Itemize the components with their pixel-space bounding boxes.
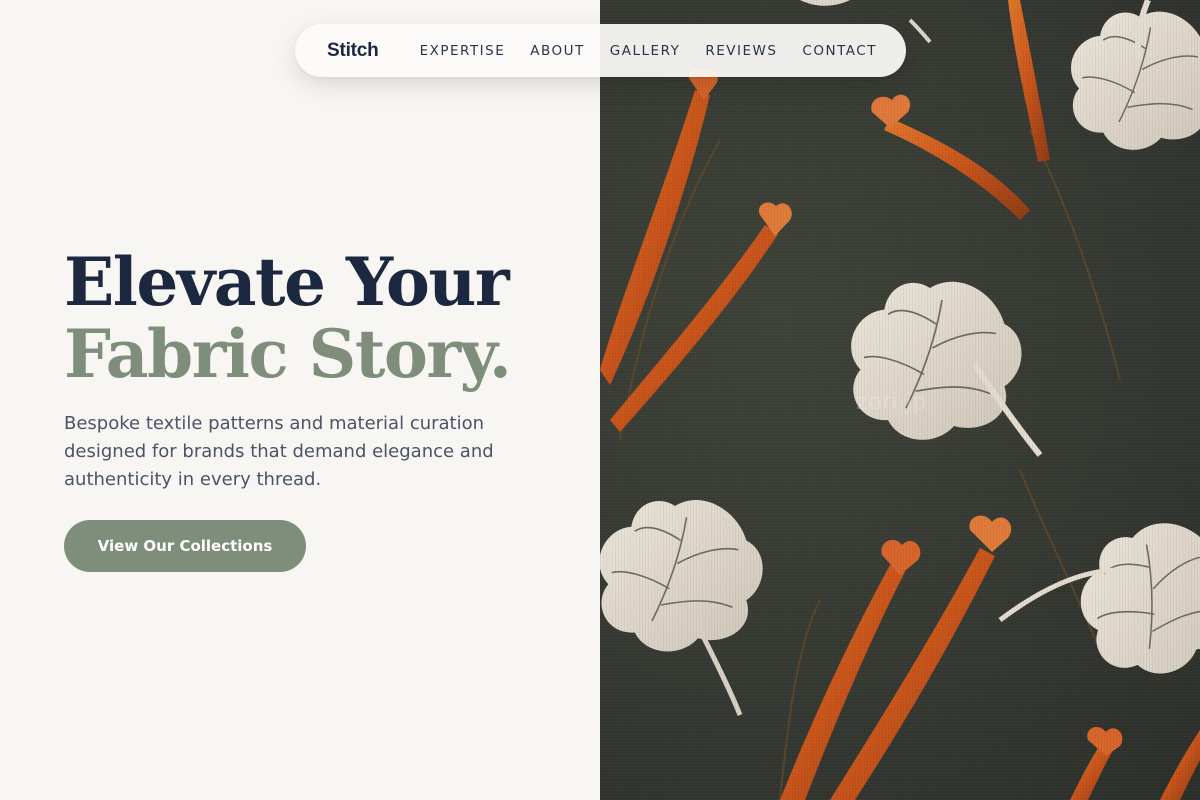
hero-title-line1: Elevate Your (64, 243, 510, 321)
hero-fabric-image: zori.jp (600, 0, 1200, 800)
hero-title: Elevate Your Fabric Story. (64, 243, 512, 393)
nav-link-reviews[interactable]: REVIEWS (705, 43, 777, 59)
view-collections-button[interactable]: View Our Collections (64, 520, 306, 572)
nav-links: EXPERTISE ABOUT GALLERY REVIEWS CONTACT (420, 43, 877, 59)
hero-title-line2: Fabric Story. (64, 315, 512, 393)
image-watermark: zori.jp (856, 390, 927, 415)
nav-link-about[interactable]: ABOUT (530, 43, 585, 59)
nav-link-expertise[interactable]: EXPERTISE (420, 43, 506, 59)
hero-subtitle: Bespoke textile patterns and material cu… (64, 413, 494, 490)
nav-link-gallery[interactable]: GALLERY (610, 43, 681, 59)
nav-link-contact[interactable]: CONTACT (802, 43, 877, 59)
top-navigation: Stitch EXPERTISE ABOUT GALLERY REVIEWS C… (295, 24, 906, 77)
brand-logo[interactable]: Stitch (327, 40, 379, 62)
